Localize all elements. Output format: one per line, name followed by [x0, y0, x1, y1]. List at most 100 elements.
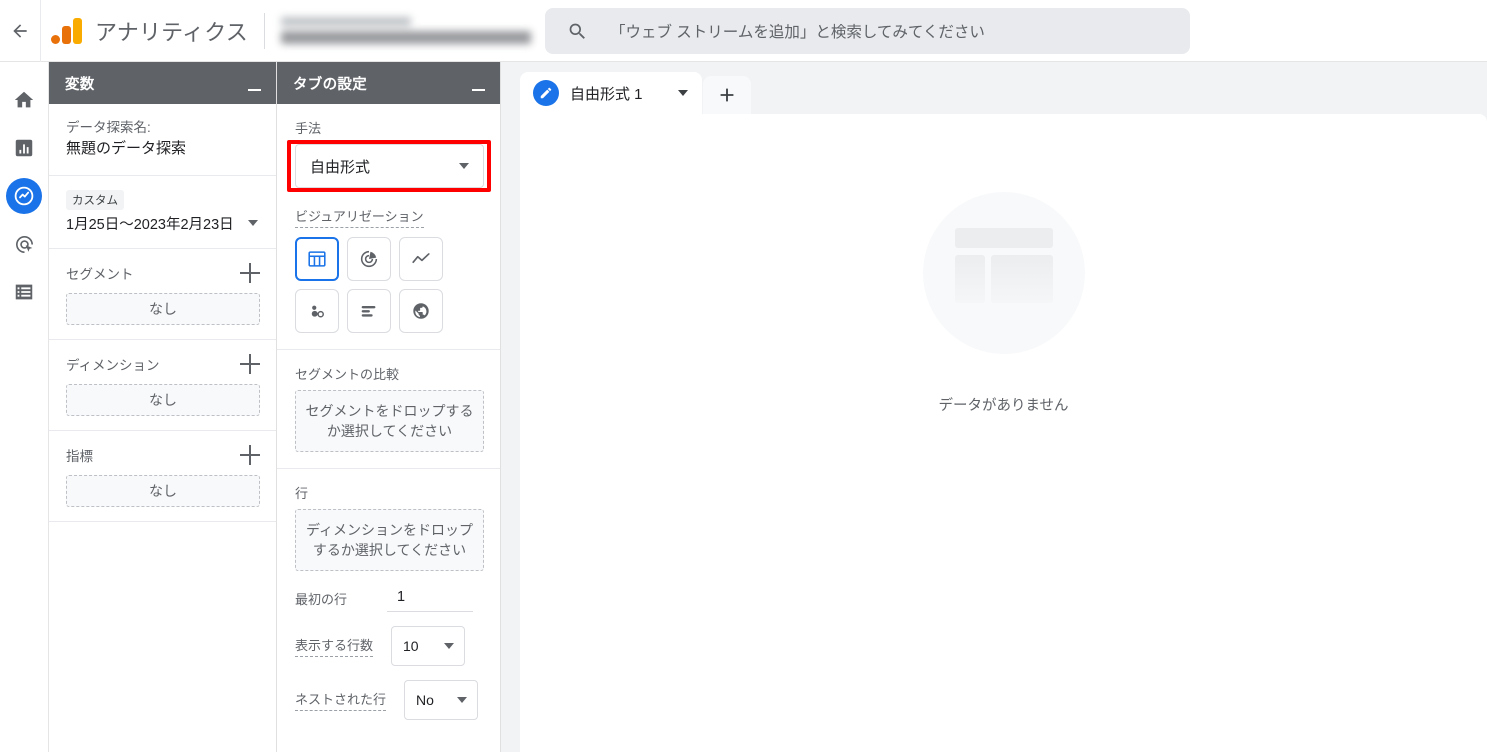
add-segment-button[interactable]: [240, 262, 260, 283]
nested-rows-value: No: [416, 692, 434, 708]
metrics-empty-value[interactable]: なし: [66, 474, 260, 507]
plus-icon: [720, 88, 734, 102]
dimensions-label: ディメンション: [66, 357, 160, 373]
list-icon: [15, 284, 33, 300]
viz-bar-chart-button[interactable]: [347, 289, 391, 333]
start-row-label: 最初の行: [295, 592, 348, 607]
sidebar-item-advertising[interactable]: [6, 226, 42, 262]
brand-title: アナリティクス: [95, 19, 248, 45]
exploration-name-label: データ探索名:: [66, 120, 151, 135]
line-chart-icon: [412, 253, 430, 264]
show-rows-row: 表示する行数 10: [295, 626, 484, 666]
empty-state: データがありません: [520, 192, 1487, 415]
variables-panel: 変数 データ探索名: 無題のデータ探索 カスタム 1月25日〜2023年2月23…: [49, 62, 277, 752]
empty-state-text: データがありません: [938, 398, 1069, 414]
date-range-section[interactable]: カスタム 1月25日〜2023年2月23日: [49, 176, 276, 249]
search-bar[interactable]: 「ウェブ ストリームを追加」と検索してみてください: [545, 8, 1190, 54]
explore-icon: [14, 186, 34, 206]
segments-label: セグメント: [66, 266, 134, 282]
edit-pencil-icon: [533, 80, 559, 106]
brand-divider: [263, 12, 265, 49]
chevron-down-icon[interactable]: [678, 90, 688, 96]
tab-bar: 自由形式 1: [520, 72, 1487, 114]
minimize-icon[interactable]: [246, 75, 262, 91]
globe-icon: [413, 303, 429, 319]
dimensions-empty-value[interactable]: なし: [66, 383, 260, 416]
visualization-section: ビジュアリゼーション: [277, 192, 500, 350]
segment-comparison-section: セグメントの比較 セグメントをドロップするか選択してください: [277, 350, 500, 469]
left-nav-rail: [0, 62, 49, 752]
show-rows-label: 表示する行数: [295, 635, 374, 657]
sidebar-item-reports[interactable]: [6, 130, 42, 166]
add-tab-button[interactable]: [703, 76, 751, 114]
technique-selected-value: 自由形式: [310, 158, 371, 176]
viz-free-form-table-button[interactable]: [295, 237, 339, 281]
empty-state-illustration-icon: [922, 192, 1085, 354]
rows-section: 行 ディメンションをドロップするか選択してください 最初の行 表示する行数 10…: [277, 469, 500, 736]
nested-rows-select[interactable]: No: [404, 680, 479, 720]
tab-label: 自由形式 1: [570, 85, 643, 103]
variables-panel-header: 変数: [49, 62, 276, 104]
segments-section: セグメント なし: [49, 249, 276, 340]
technique-section: 手法 自由形式: [277, 104, 500, 192]
tab-settings-panel-header: タブの設定: [277, 62, 500, 104]
chevron-down-icon: [444, 643, 455, 649]
viz-geo-map-button[interactable]: [399, 289, 443, 333]
metrics-label: 指標: [66, 448, 93, 464]
viz-donut-chart-button[interactable]: [347, 237, 391, 281]
table-icon: [308, 251, 326, 267]
google-analytics-logo-icon: [51, 17, 82, 44]
exploration-canvas: データがありません: [520, 114, 1487, 752]
sidebar-item-explore[interactable]: [6, 178, 42, 214]
exploration-name-value[interactable]: 無題のデータ探索: [66, 138, 260, 161]
show-rows-select[interactable]: 10: [391, 626, 466, 666]
rows-dropzone[interactable]: ディメンションをドロップするか選択してください: [295, 509, 484, 571]
show-rows-value: 10: [403, 638, 419, 654]
property-selector[interactable]: [280, 17, 531, 44]
nested-rows-label: ネストされた行: [295, 689, 387, 711]
chevron-down-icon[interactable]: [248, 220, 258, 227]
tab-settings-panel-title: タブの設定: [293, 76, 367, 93]
nested-rows-row: ネストされた行 No: [295, 680, 484, 720]
technique-select[interactable]: 自由形式: [295, 144, 484, 188]
rows-label: 行: [295, 486, 309, 501]
tab-free-form-1[interactable]: 自由形式 1: [520, 72, 702, 114]
donut-chart-icon: [360, 250, 378, 268]
add-dimension-button[interactable]: [240, 353, 260, 374]
metrics-section: 指標 なし: [49, 431, 276, 522]
sidebar-item-home[interactable]: [6, 82, 42, 118]
sidebar-item-configure[interactable]: [6, 274, 42, 310]
date-range-value: 1月25日〜2023年2月23日: [66, 216, 234, 233]
bar-chart-icon: [15, 139, 33, 157]
main-content-area: 自由形式 1 データがありません: [501, 62, 1487, 752]
back-arrow-icon: [13, 23, 27, 38]
minimize-icon[interactable]: [470, 75, 486, 91]
bar-chart-icon: [361, 305, 376, 317]
segment-comparison-dropzone[interactable]: セグメントをドロップするか選択してください: [295, 390, 484, 452]
analytics-explore-page: アナリティクス 「ウェブ ストリームを追加」と検索してみてください 変数 データ…: [0, 0, 1487, 752]
start-row-row: 最初の行: [295, 585, 484, 612]
technique-label: 手法: [295, 121, 322, 136]
visualization-options: [295, 237, 484, 333]
start-row-input[interactable]: [387, 585, 473, 612]
top-bar: アナリティクス 「ウェブ ストリームを追加」と検索してみてください: [0, 0, 1487, 62]
date-range-badge: カスタム: [66, 189, 124, 210]
visualization-label: ビジュアリゼーション: [295, 206, 424, 228]
variables-panel-title: 変数: [65, 76, 95, 93]
viz-line-chart-button[interactable]: [399, 237, 443, 281]
back-button[interactable]: [6, 17, 34, 45]
dimensions-section: ディメンション なし: [49, 340, 276, 431]
search-icon: [567, 21, 588, 42]
segment-comparison-label: セグメントの比較: [295, 367, 400, 382]
viz-scatter-plot-button[interactable]: [295, 289, 339, 333]
chevron-down-icon: [457, 697, 468, 703]
topbar-divider: [40, 0, 41, 62]
search-placeholder-text: 「ウェブ ストリームを追加」と検索してみてください: [610, 24, 985, 41]
tab-settings-panel: タブの設定 手法 自由形式 ビジュアリゼーション セグメントの比較 セグメントを…: [277, 62, 501, 752]
target-cursor-icon: [15, 235, 33, 253]
home-icon: [14, 91, 34, 108]
add-metric-button[interactable]: [240, 444, 260, 465]
exploration-name-section[interactable]: データ探索名: 無題のデータ探索: [49, 104, 276, 176]
segments-empty-value[interactable]: なし: [66, 292, 260, 325]
chevron-down-icon: [459, 163, 469, 169]
